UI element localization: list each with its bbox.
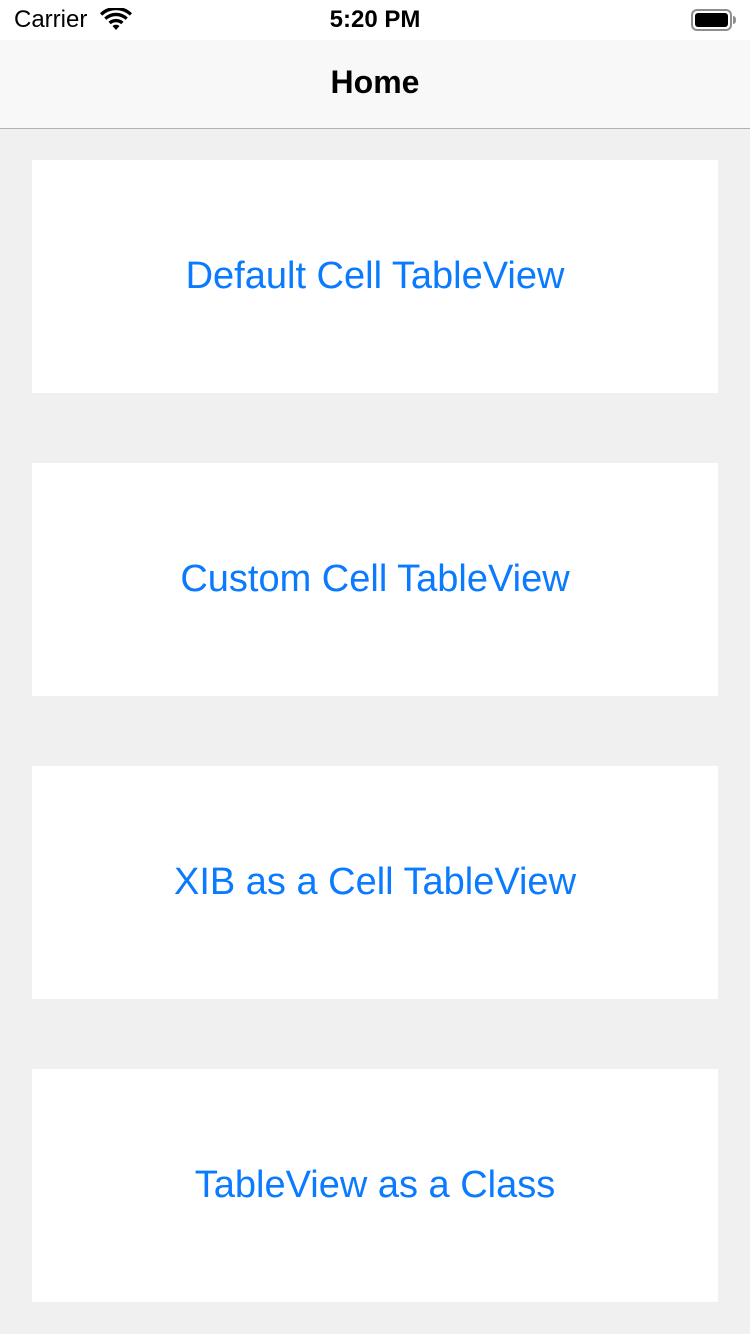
button-label: TableView as a Class xyxy=(194,1164,556,1206)
button-label: Custom Cell TableView xyxy=(180,558,570,600)
custom-cell-tableview-button[interactable]: Custom Cell TableView xyxy=(32,463,718,696)
page-title: Home xyxy=(330,64,420,100)
tableview-as-class-button[interactable]: TableView as a Class xyxy=(32,1069,718,1302)
status-time: 5:20 PM xyxy=(329,6,421,33)
default-cell-tableview-button[interactable]: Default Cell TableView xyxy=(32,160,718,393)
button-label: XIB as a Cell TableView xyxy=(173,861,577,903)
battery-icon xyxy=(691,9,736,31)
status-bar: Carrier 5:20 PM xyxy=(0,0,750,40)
navigation-bar: Home xyxy=(0,40,750,129)
main-content: Default Cell TableView Custom Cell Table… xyxy=(0,129,750,1334)
xib-cell-tableview-button[interactable]: XIB as a Cell TableView xyxy=(32,766,718,999)
button-label: Default Cell TableView xyxy=(185,255,565,297)
